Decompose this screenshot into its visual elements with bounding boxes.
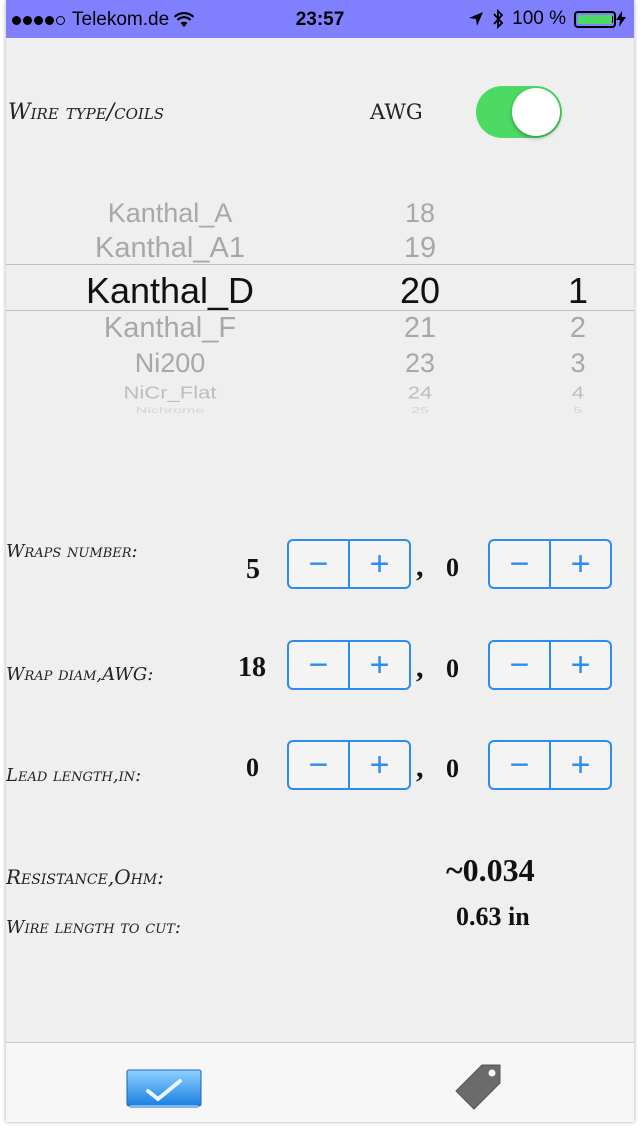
- wraps-int-minus-button[interactable]: −: [289, 541, 348, 587]
- wraps-number-label: Wraps number:: [6, 541, 138, 562]
- wrap-diam-frac-minus-button[interactable]: −: [490, 642, 549, 688]
- wire-length-value: 0.63 in: [456, 902, 530, 931]
- wrap-diam-int-plus-button[interactable]: +: [348, 642, 409, 688]
- bluetooth-icon: [493, 9, 504, 29]
- checkmark-card-icon: [126, 1069, 202, 1108]
- lead-length-frac-stepper[interactable]: − +: [488, 740, 612, 790]
- wraps-frac-plus-button[interactable]: +: [549, 541, 610, 587]
- price-tag-icon: [455, 1064, 501, 1110]
- wraps-frac-stepper[interactable]: − +: [488, 539, 612, 589]
- tab-calculator[interactable]: [126, 1069, 202, 1114]
- wire-picker[interactable]: Kanthal_A Kanthal_A1 Kanthal_D Kanthal_F…: [6, 190, 634, 420]
- battery-percent: 100 %: [512, 8, 566, 29]
- wire-type-label: Wire type/coils: [8, 100, 165, 125]
- lead-length-label: Lead length,in:: [6, 765, 142, 786]
- charging-bolt-icon: [616, 11, 626, 27]
- wraps-int-value: 5: [246, 554, 260, 585]
- location-arrow-icon: [469, 12, 484, 26]
- carrier-name: Telekom.de: [72, 9, 170, 30]
- wrap-diam-label: Wrap diam,AWG:: [6, 664, 154, 685]
- picker-material-selected[interactable]: Kanthal_D: [86, 270, 254, 312]
- lead-length-separator: ,: [416, 751, 424, 784]
- picker-material[interactable]: Ni200: [135, 348, 206, 379]
- picker-gauge[interactable]: 23: [405, 348, 435, 379]
- resistance-label: Resistance,Ohm:: [6, 865, 164, 889]
- wraps-frac-minus-button[interactable]: −: [490, 541, 549, 587]
- wraps-frac-value: 0: [446, 553, 459, 582]
- wraps-int-stepper[interactable]: − +: [287, 539, 411, 589]
- wrap-diam-frac-stepper[interactable]: − +: [488, 640, 612, 690]
- picker-gauge[interactable]: 21: [404, 312, 436, 345]
- awg-label: AWG: [370, 100, 423, 124]
- toggle-knob: [512, 88, 560, 136]
- status-right: 100 %: [468, 8, 626, 30]
- lead-length-int-value: 0: [246, 753, 259, 782]
- picker-gauge-selected[interactable]: 20: [400, 270, 440, 312]
- battery-icon: [574, 10, 616, 28]
- wraps-separator: ,: [416, 550, 424, 583]
- status-left: Telekom.de: [12, 9, 195, 31]
- lead-length-frac-value: 0: [446, 754, 459, 783]
- picker-coils[interactable]: 3: [570, 348, 585, 379]
- awg-toggle[interactable]: [476, 86, 562, 138]
- picker-material[interactable]: Kanthal_A1: [95, 232, 245, 265]
- status-bar: Telekom.de 23:57 100 %: [6, 0, 634, 38]
- tab-bar: [6, 1042, 634, 1122]
- lead-length-int-stepper[interactable]: − +: [287, 740, 411, 790]
- lead-length-int-plus-button[interactable]: +: [348, 742, 409, 788]
- lead-length-frac-minus-button[interactable]: −: [490, 742, 549, 788]
- picker-material[interactable]: Kanthal_A: [108, 198, 233, 229]
- tab-price[interactable]: [454, 1063, 504, 1116]
- wire-length-label: Wire length to cut:: [6, 917, 181, 938]
- picker-coils[interactable]: 4: [572, 383, 584, 404]
- picker-gauge[interactable]: 19: [404, 232, 436, 265]
- wifi-icon: [173, 12, 195, 27]
- picker-material[interactable]: Nichrome: [136, 407, 204, 416]
- picker-material[interactable]: Kanthal_F: [104, 312, 236, 345]
- wrap-diam-int-value: 18: [238, 652, 266, 683]
- wrap-diam-frac-value: 0: [446, 654, 459, 683]
- picker-gauge[interactable]: 18: [405, 198, 435, 229]
- wraps-int-plus-button[interactable]: +: [348, 541, 409, 587]
- picker-coils[interactable]: 5: [574, 407, 583, 416]
- picker-coils-selected[interactable]: 1: [568, 270, 588, 312]
- wrap-diam-separator: ,: [416, 651, 424, 684]
- picker-gauge[interactable]: 24: [408, 383, 432, 404]
- wrap-diam-int-minus-button[interactable]: −: [289, 642, 348, 688]
- picker-gauge[interactable]: 25: [411, 407, 429, 416]
- lead-length-frac-plus-button[interactable]: +: [549, 742, 610, 788]
- picker-coils[interactable]: 2: [570, 312, 586, 345]
- lead-length-int-minus-button[interactable]: −: [289, 742, 348, 788]
- signal-dots-icon: [12, 15, 65, 25]
- picker-material[interactable]: NiCr_Flat: [124, 383, 217, 404]
- resistance-value: ~0.034: [446, 852, 535, 888]
- wrap-diam-frac-plus-button[interactable]: +: [549, 642, 610, 688]
- wrap-diam-int-stepper[interactable]: − +: [287, 640, 411, 690]
- app-screen: Telekom.de 23:57 100 % Wire type/coils A…: [6, 0, 634, 1122]
